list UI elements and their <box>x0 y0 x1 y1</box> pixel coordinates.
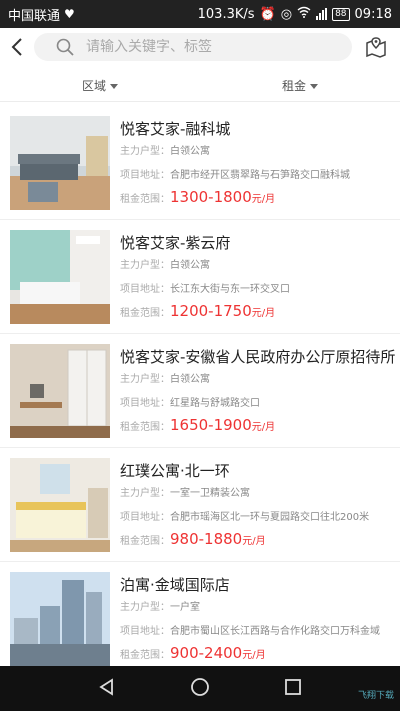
listing-photo <box>10 458 110 552</box>
search-icon <box>56 38 74 56</box>
carrier-label: 中国联通 <box>8 8 61 24</box>
battery-indicator: 88 <box>332 7 350 21</box>
caret-down-icon <box>110 83 118 89</box>
listing-list: 悦客艾家-融科城 主力户型：白领公寓 项目地址：合肥市经开区翡翠路与石笋路交口融… <box>0 106 400 666</box>
listing-type-row: 主力户型：白领公寓 <box>120 374 210 385</box>
filter-rent-dropdown[interactable]: 租金 <box>200 70 400 101</box>
listing-address: 合肥市经开区翡翠路与石笋路交口融科城 <box>170 170 350 181</box>
network-speed: 103.3K/s <box>197 6 255 22</box>
listing-title: 悦客艾家-紫云府 <box>120 234 231 252</box>
filter-bar: 区域 租金 <box>0 70 400 102</box>
filter-area-label: 区域 <box>81 79 106 93</box>
listing-type: 白领公寓 <box>170 260 210 271</box>
listing-rent-row: 租金范围：1650-1900元/月 <box>120 416 276 434</box>
listing-rent-row: 租金范围：980-1880元/月 <box>120 530 266 548</box>
listing-photo <box>10 116 110 210</box>
listing-address: 长江东大街与东一环交叉口 <box>170 284 290 295</box>
listing-photo <box>10 572 110 666</box>
list-item[interactable]: 悦客艾家-紫云府 主力户型：白领公寓 项目地址：长江东大街与东一环交叉口 租金范… <box>0 220 400 334</box>
listing-type-row: 主力户型：一户室 <box>120 602 200 613</box>
list-item[interactable]: 红璞公寓·北一环 主力户型：一室一卫精装公寓 项目地址：合肥市瑶海区北一环与夏园… <box>0 448 400 562</box>
listing-price: 1300-1800 <box>170 188 252 206</box>
listing-address-row: 项目地址：合肥市经开区翡翠路与石笋路交口融科城 <box>120 170 350 181</box>
triangle-back-icon <box>98 677 113 696</box>
listing-address-row: 项目地址：红星路与舒城路交口 <box>120 398 260 409</box>
listing-address: 合肥市蜀山区长江西路与合作化路交口万科金域 <box>170 626 380 637</box>
map-location-icon <box>366 37 386 58</box>
list-item[interactable]: 悦客艾家-安徽省人民政府办公厅原招待所 主力户型：白领公寓 项目地址：红星路与舒… <box>0 334 400 448</box>
listing-type-row: 主力户型：白领公寓 <box>120 146 210 157</box>
listing-photo <box>10 344 110 438</box>
listing-rent-row: 租金范围：1200-1750元/月 <box>120 302 276 320</box>
nav-recents-button[interactable] <box>283 677 303 701</box>
system-nav-bar <box>0 666 400 711</box>
caret-down-icon <box>310 83 318 89</box>
list-item[interactable]: 泊寓·金域国际店 主力户型：一户室 项目地址：合肥市蜀山区长江西路与合作化路交口… <box>0 562 400 666</box>
square-recents-icon <box>285 678 302 695</box>
listing-price: 980-1880 <box>170 530 243 548</box>
circle-home-icon <box>191 677 209 696</box>
listing-photo <box>10 230 110 324</box>
status-bar: 中国联通 ♥ 103.3K/s ⏰ ◎ 88 09:18 <box>0 0 400 28</box>
listing-type-row: 主力户型：一室一卫精装公寓 <box>120 488 250 499</box>
listing-title: 红璞公寓·北一环 <box>120 462 230 480</box>
listing-type: 一户室 <box>170 602 200 613</box>
listing-title: 悦客艾家-融科城 <box>120 120 231 138</box>
listing-address-row: 项目地址：合肥市瑶海区北一环与夏园路交口往北200米 <box>120 512 370 523</box>
sync-icon: ◎ <box>280 6 293 22</box>
listing-price: 1200-1750 <box>170 302 252 320</box>
listing-type-row: 主力户型：白领公寓 <box>120 260 210 271</box>
clock: 09:18 <box>354 6 392 22</box>
listing-price: 900-2400 <box>170 644 243 662</box>
search-input[interactable] <box>86 39 326 55</box>
listing-rent-row: 租金范围：900-2400元/月 <box>120 644 266 662</box>
filter-area-dropdown[interactable]: 区域 <box>0 70 200 101</box>
heart-icon: ♥ <box>64 7 75 21</box>
listing-title: 悦客艾家-安徽省人民政府办公厅原招待所 <box>120 348 396 366</box>
alarm-icon: ⏰ <box>259 6 276 22</box>
watermark: 飞翔下载 <box>357 691 394 701</box>
search-box[interactable] <box>34 33 352 61</box>
back-button[interactable] <box>0 28 34 66</box>
nav-home-button[interactable] <box>190 677 210 701</box>
listing-address-row: 项目地址：合肥市蜀山区长江西路与合作化路交口万科金域 <box>120 626 380 637</box>
filter-rent-label: 租金 <box>281 79 306 93</box>
list-item[interactable]: 悦客艾家-融科城 主力户型：白领公寓 项目地址：合肥市经开区翡翠路与石笋路交口融… <box>0 106 400 220</box>
map-button[interactable] <box>352 28 400 66</box>
nav-back-button[interactable] <box>97 677 117 701</box>
wifi-icon <box>297 6 311 22</box>
listing-type: 白领公寓 <box>170 374 210 385</box>
signal-icon <box>316 8 328 20</box>
back-arrow-icon <box>11 38 22 56</box>
listing-price: 1650-1900 <box>170 416 252 434</box>
listing-title: 泊寓·金域国际店 <box>120 576 230 594</box>
listing-address-row: 项目地址：长江东大街与东一环交叉口 <box>120 284 290 295</box>
listing-type: 白领公寓 <box>170 146 210 157</box>
search-header <box>0 28 400 66</box>
listing-type: 一室一卫精装公寓 <box>170 488 250 499</box>
listing-address: 合肥市瑶海区北一环与夏园路交口往北200米 <box>170 512 370 523</box>
listing-address: 红星路与舒城路交口 <box>170 398 260 409</box>
listing-rent-row: 租金范围：1300-1800元/月 <box>120 188 276 206</box>
